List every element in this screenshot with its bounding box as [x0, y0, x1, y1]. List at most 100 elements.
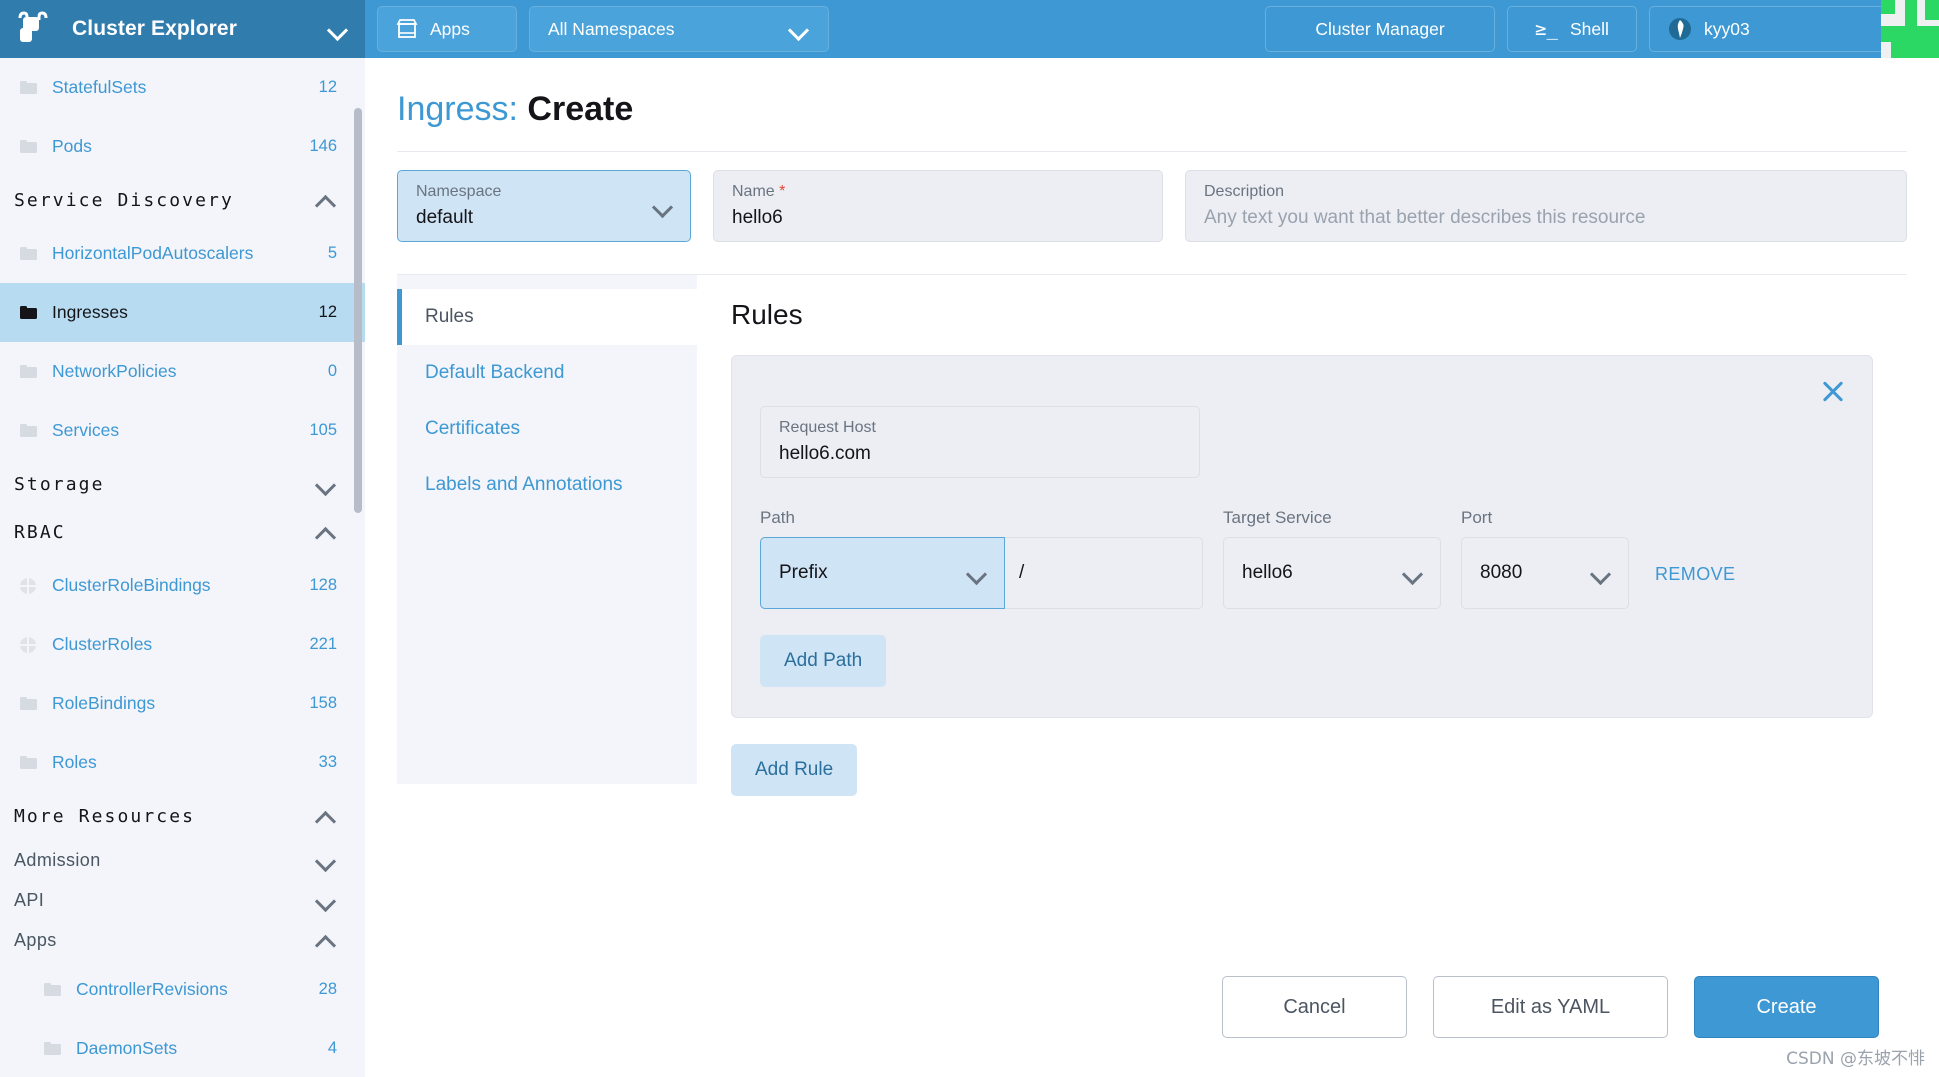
shell-button[interactable]: ≥_ Shell — [1507, 6, 1637, 52]
sidebar-item-horizontalpodautoscalers[interactable]: HorizontalPodAutoscalers 5 — [0, 224, 365, 283]
path-row: Path Prefix / Target Service hello6 Port… — [760, 508, 1844, 609]
sidebar-item-label: Ingresses — [52, 302, 128, 322]
chevron-down-icon[interactable] — [315, 889, 337, 911]
folder-icon — [44, 1042, 66, 1055]
sidebar-item-count: 128 — [309, 576, 337, 594]
description-field-label: Description — [1204, 183, 1285, 200]
add-path-button[interactable]: Add Path — [760, 635, 887, 687]
tab-label: Certificates — [425, 418, 521, 439]
target-service-select[interactable]: hello6 — [1223, 537, 1441, 609]
sidebar-item-daemonsets[interactable]: DaemonSets 4 — [0, 1019, 365, 1077]
chevron-up-icon[interactable] — [315, 805, 337, 827]
watermark-text: CSDN @东坡不悱 — [1786, 1049, 1925, 1069]
ingress-config-panel: Rules Default Backend Certificates Labels a… — [397, 274, 1907, 796]
sidebar-item-label: Roles — [52, 752, 97, 772]
folder-icon — [20, 424, 42, 437]
request-host-label: Request Host — [779, 419, 876, 436]
target-service-value: hello6 — [1242, 562, 1293, 583]
close-x-icon[interactable] — [1820, 378, 1846, 404]
sidebar-group-label: RBAC — [14, 521, 66, 543]
page-title-prefix: Ingress: — [397, 90, 518, 128]
folder-icon — [20, 365, 42, 378]
apps-button[interactable]: Apps — [377, 6, 517, 52]
remove-path-link[interactable]: REMOVE — [1655, 564, 1735, 585]
sidebar-subgroup-label: Admission — [14, 849, 101, 870]
request-host-value: hello6.com — [779, 443, 871, 464]
sidebar-subgroup-admission[interactable]: Admission — [0, 840, 365, 880]
sidebar-item-statefulsets[interactable]: StatefulSets 12 — [0, 58, 365, 117]
sidebar-item-count: 28 — [318, 980, 337, 998]
chevron-down-icon — [1590, 562, 1612, 584]
edit-as-yaml-button[interactable]: Edit as YAML — [1433, 976, 1668, 1038]
chevron-up-icon[interactable] — [315, 929, 337, 951]
sidebar-item-networkpolicies[interactable]: NetworkPolicies 0 — [0, 342, 365, 401]
chevron-up-icon[interactable] — [315, 189, 337, 211]
left-navigation-sidebar[interactable]: StatefulSets 12 Pods 146 Service Discovery Ho… — [0, 58, 365, 1077]
sidebar-group-service-discovery[interactable]: Service Discovery — [0, 176, 365, 224]
tab-default-backend[interactable]: Default Backend — [397, 345, 697, 401]
namespace-label: All Namespaces — [548, 18, 675, 39]
chevron-down-icon[interactable] — [315, 849, 337, 871]
config-tab-list[interactable]: Rules Default Backend Certificates Labels a… — [397, 275, 697, 784]
sidebar-item-label: Services — [52, 420, 120, 440]
chevron-down-icon — [1402, 562, 1424, 584]
rules-section-title: Rules — [731, 299, 803, 330]
port-select[interactable]: 8080 — [1461, 537, 1629, 609]
cluster-manager-button[interactable]: Cluster Manager — [1265, 6, 1495, 52]
sidebar-item-roles[interactable]: Roles 33 — [0, 733, 365, 792]
path-value-input[interactable]: / — [1005, 537, 1203, 609]
sidebar-subgroup-label: Apps — [14, 929, 57, 950]
sidebar-item-services[interactable]: Services 105 — [0, 401, 365, 460]
chevron-down-icon[interactable] — [315, 473, 337, 495]
chevron-down-icon — [788, 18, 810, 40]
target-service-column-label: Target Service — [1223, 508, 1332, 527]
tab-label: Rules — [425, 306, 474, 327]
sidebar-item-label: DaemonSets — [76, 1038, 178, 1058]
namespace-selector[interactable]: All Namespaces — [529, 6, 829, 52]
sidebar-subgroup-apps[interactable]: Apps — [0, 920, 365, 960]
description-field[interactable]: Description Any text you want that bette… — [1185, 170, 1907, 242]
brand-title: Cluster Explorer — [72, 17, 237, 40]
partial-qr-artifact — [1881, 0, 1939, 58]
sidebar-subgroup-label: API — [14, 889, 45, 910]
add-rule-button[interactable]: Add Rule — [731, 744, 858, 796]
sidebar-item-label: NetworkPolicies — [52, 361, 177, 381]
sidebar-group-rbac[interactable]: RBAC — [0, 508, 365, 556]
sidebar-group-storage[interactable]: Storage — [0, 460, 365, 508]
sidebar-scrollbar-thumb[interactable] — [354, 108, 362, 513]
request-host-field[interactable]: Request Host hello6.com — [760, 406, 1200, 478]
chevron-up-icon[interactable] — [315, 521, 337, 543]
tab-labels-and-annotations[interactable]: Labels and Annotations — [397, 457, 697, 513]
sidebar-item-pods[interactable]: Pods 146 — [0, 117, 365, 176]
page-title: Ingress: Create — [365, 58, 1939, 129]
sidebar-item-label: HorizontalPodAutoscalers — [52, 243, 254, 263]
sidebar-item-clusterroles[interactable]: ClusterRoles 221 — [0, 615, 365, 674]
create-button[interactable]: Create — [1694, 976, 1879, 1038]
path-type-select[interactable]: Prefix — [760, 537, 1005, 609]
sidebar-group-more-resources[interactable]: More Resources — [0, 792, 365, 840]
sidebar-item-clusterrolebindings[interactable]: ClusterRoleBindings 128 — [0, 556, 365, 615]
tab-certificates[interactable]: Certificates — [397, 401, 697, 457]
chevron-down-icon[interactable] — [327, 18, 349, 40]
namespace-field[interactable]: Namespace default — [397, 170, 691, 242]
sidebar-item-ingresses[interactable]: Ingresses 12 — [0, 283, 365, 342]
sidebar-item-controllerrevisions[interactable]: ControllerRevisions 28 — [0, 960, 365, 1019]
main-content-area: Ingress: Create Namespace default Name h… — [365, 58, 1939, 1077]
namespace-field-label: Namespace — [416, 183, 502, 200]
brand-cluster-explorer[interactable]: Cluster Explorer — [0, 0, 365, 58]
name-field[interactable]: Name hello6 — [713, 170, 1163, 242]
tab-rules[interactable]: Rules — [397, 289, 697, 345]
cancel-button[interactable]: Cancel — [1222, 976, 1407, 1038]
page-title-suffix: Create — [527, 90, 634, 128]
sidebar-item-count: 221 — [309, 635, 337, 653]
cluster-manager-label: Cluster Manager — [1315, 18, 1445, 39]
sidebar-subgroup-api[interactable]: API — [0, 880, 365, 920]
chevron-down-icon — [966, 562, 988, 584]
rancher-cow-logo — [16, 9, 56, 49]
sidebar-item-label: Pods — [52, 136, 92, 156]
sidebar-group-label: Service Discovery — [14, 189, 234, 211]
chevron-down-icon[interactable] — [652, 195, 674, 217]
sidebar-item-label: ControllerRevisions — [76, 979, 228, 999]
path-column-label: Path — [760, 508, 795, 527]
sidebar-item-rolebindings[interactable]: RoleBindings 158 — [0, 674, 365, 733]
